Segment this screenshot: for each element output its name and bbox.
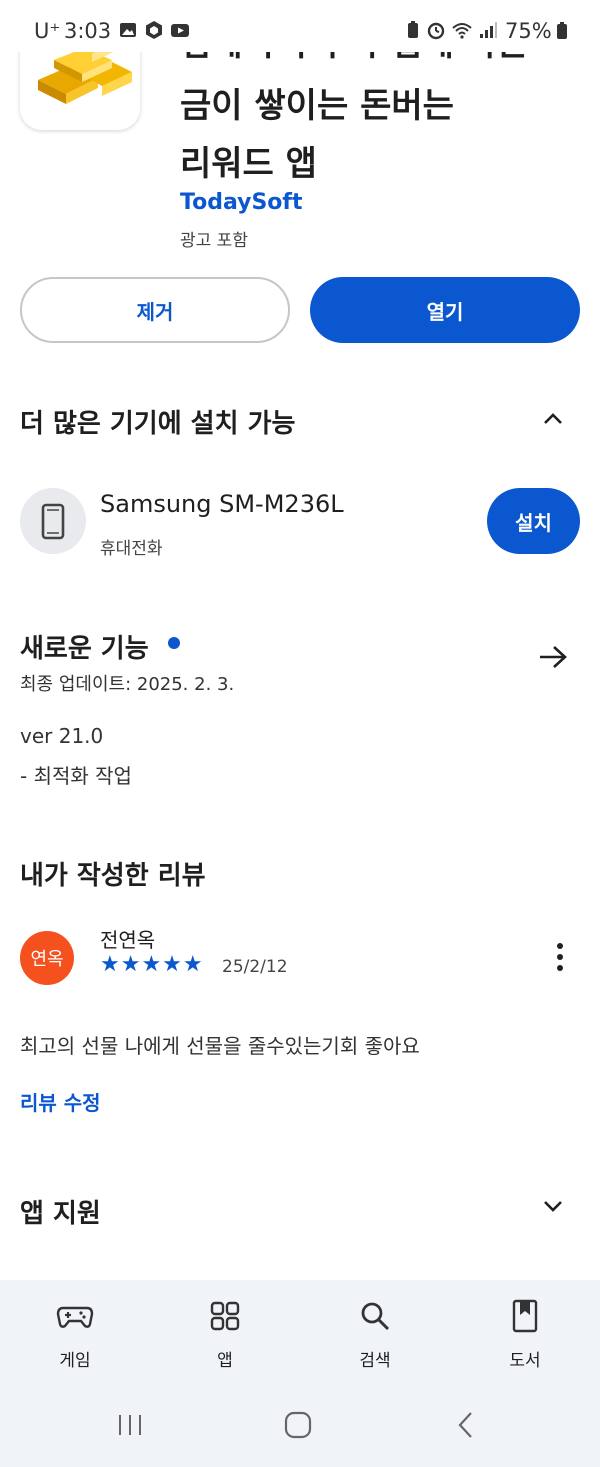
review-text: 최고의 선물 나에게 선물을 줄수있는기회 좋아요 xyxy=(20,1034,420,1058)
apps-grid-icon xyxy=(210,1301,240,1331)
version-text: ver 21.0 xyxy=(20,724,104,748)
more-devices-title: 더 많은 기기에 설치 가능 xyxy=(20,409,296,439)
chevron-up-icon[interactable] xyxy=(540,406,566,432)
battery-percent: 75% xyxy=(505,19,552,43)
back-icon[interactable] xyxy=(446,1405,486,1445)
phone-icon xyxy=(41,503,65,540)
reviewer-name: 전연옥 xyxy=(100,928,156,952)
recent-apps-icon[interactable] xyxy=(110,1405,150,1445)
signal-icon xyxy=(480,22,497,38)
gamepad-icon xyxy=(56,1306,94,1328)
gallery-notification-icon xyxy=(120,23,136,37)
app-title-line-3: 리워드 앱 xyxy=(180,144,317,184)
whats-new-title: 새로운 기능 xyxy=(20,634,149,664)
device-avatar xyxy=(20,488,86,554)
status-time: 3:03 xyxy=(64,19,112,43)
device-type: 휴대전화 xyxy=(100,539,163,559)
book-icon xyxy=(512,1299,538,1333)
new-indicator-dot xyxy=(168,637,180,649)
app-title-line-2: 금이 쌓이는 돈버는 xyxy=(180,86,454,126)
more-options-icon[interactable] xyxy=(548,940,572,976)
edit-review-link[interactable]: 리뷰 수정 xyxy=(20,1087,101,1116)
review-date: 25/2/12 xyxy=(222,957,288,977)
alarm-icon xyxy=(427,22,445,40)
chevron-down-icon[interactable] xyxy=(540,1193,566,1219)
contains-ads-note: 광고 포함 xyxy=(180,231,248,251)
nav-search[interactable]: 검색 xyxy=(325,1296,425,1376)
avatar: 연옥 xyxy=(20,931,74,985)
app-support-title[interactable]: 앱 지원 xyxy=(20,1193,101,1230)
open-button[interactable]: 열기 xyxy=(310,277,580,343)
search-icon xyxy=(361,1302,390,1331)
battery-saver-icon xyxy=(408,21,418,38)
cube-notification-icon xyxy=(146,21,162,39)
nav-games[interactable]: 게임 xyxy=(25,1296,125,1376)
release-notes: - 최적화 작업 xyxy=(20,764,132,788)
nav-books[interactable]: 도서 xyxy=(475,1296,575,1376)
wifi-icon xyxy=(452,23,472,39)
nav-apps-label: 앱 xyxy=(217,1351,233,1371)
device-name: Samsung SM-M236L xyxy=(100,490,344,518)
battery-icon xyxy=(557,22,567,39)
home-icon[interactable] xyxy=(278,1405,318,1445)
my-review-title: 내가 작성한 리뷰 xyxy=(20,861,206,891)
carrier-label: U⁺ xyxy=(34,19,61,43)
nav-search-label: 검색 xyxy=(359,1351,391,1371)
developer-link[interactable]: TodaySoft xyxy=(180,190,303,215)
arrow-right-icon[interactable] xyxy=(537,643,569,671)
install-button[interactable]: 설치 xyxy=(487,488,580,554)
nav-games-label: 게임 xyxy=(59,1351,91,1371)
star-rating: ★★★★★ xyxy=(100,952,204,977)
status-bar: U⁺ 3:03 75% xyxy=(0,0,600,52)
youtube-notification-icon xyxy=(171,24,189,37)
nav-apps[interactable]: 앱 xyxy=(175,1296,275,1376)
last-updated: 최종 업데이트: 2025. 2. 3. xyxy=(20,674,235,695)
nav-books-label: 도서 xyxy=(509,1351,541,1371)
uninstall-button[interactable]: 제거 xyxy=(20,277,290,343)
